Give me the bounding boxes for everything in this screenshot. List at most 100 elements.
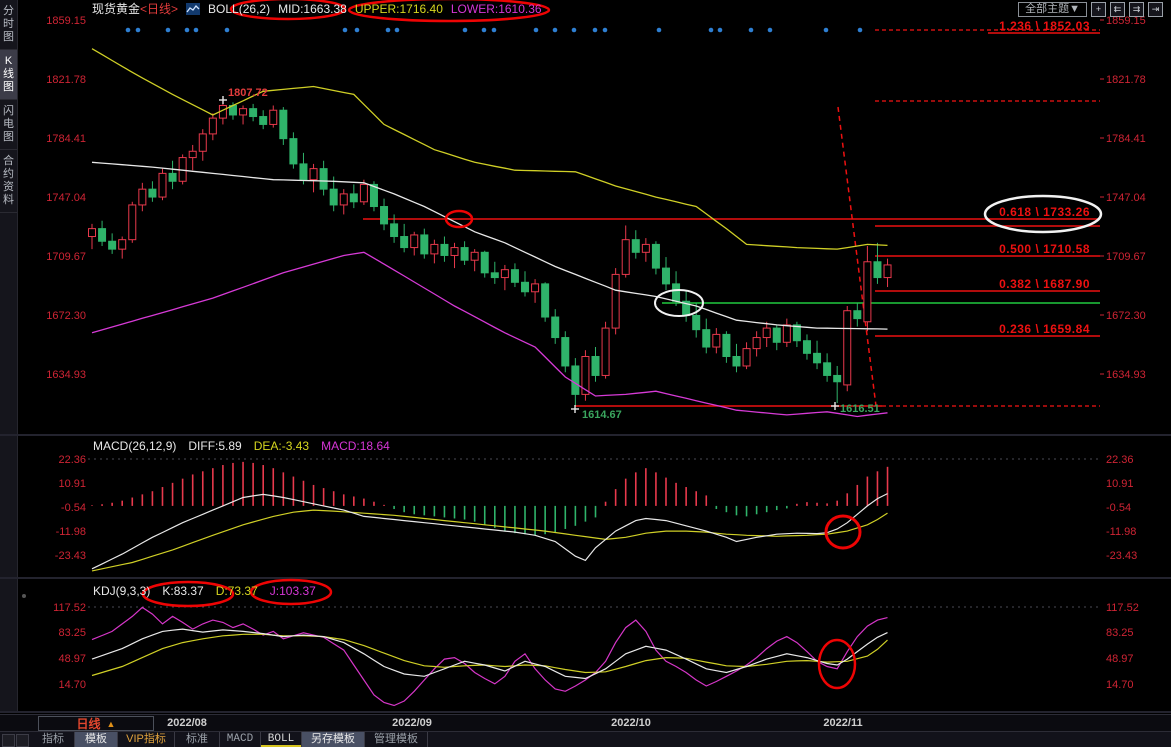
candle-body [763, 328, 770, 337]
tab-indicators[interactable]: 指标 [32, 732, 75, 747]
candle-body [109, 241, 116, 249]
trading-app-window: 分时图 K线图 闪电图 合约资料 1859.151859.151821.7818… [0, 0, 1171, 747]
shrink-bars-icon[interactable]: ⇇ [1110, 2, 1125, 17]
month-label-oct: 2022/10 [605, 717, 657, 729]
month-label-aug: 2022/08 [161, 717, 213, 729]
candle-body [139, 189, 146, 205]
candle-body [119, 240, 126, 249]
kdj-axis-label-right: 83.25 [1106, 627, 1134, 639]
candle-body [169, 173, 176, 181]
candle-body [532, 284, 539, 292]
macd-axis-label-right: -11.98 [1106, 526, 1136, 538]
candle-body [199, 134, 206, 151]
candle-body [330, 189, 337, 205]
candle-body [884, 265, 891, 278]
kdj-header: KDJ(9,3,3) K:83.37 D:73.37 J:103.37 [93, 584, 316, 598]
candle-body [642, 244, 649, 252]
candle-body [612, 274, 619, 328]
candle-body [713, 334, 720, 347]
tab-manage-template[interactable]: 管理模板 [365, 732, 428, 747]
candle-body [320, 169, 327, 190]
candle-body [562, 338, 569, 366]
candle-body [189, 151, 196, 157]
tab-standard[interactable]: 标准 [175, 732, 220, 747]
candle-body [451, 248, 458, 256]
candle-body [260, 117, 267, 125]
signal-dot [355, 28, 360, 33]
corner-square-icon[interactable] [2, 734, 15, 747]
signal-dot [463, 28, 468, 33]
candle-body [652, 244, 659, 268]
price-axis-label-left: 1672.30 [46, 310, 86, 322]
signal-dot [482, 28, 487, 33]
signal-dot [534, 28, 539, 33]
candle-body [350, 194, 357, 202]
candle-body [834, 375, 841, 381]
boll-upper-value: UPPER:1716.40 [355, 2, 443, 16]
signal-dot [194, 28, 199, 33]
candle-body [703, 330, 710, 347]
kdj-axis-label-right: 14.70 [1106, 679, 1134, 691]
signal-dot [553, 28, 558, 33]
macd-diff-value: DIFF:5.89 [188, 439, 241, 453]
candle-body [773, 328, 780, 342]
candle-body [340, 194, 347, 205]
boll-lower-value: LOWER:1610.36 [451, 2, 542, 16]
candle-body [542, 284, 549, 317]
tab-template[interactable]: 模板 [75, 732, 118, 747]
candle-body [814, 353, 821, 362]
panel-separator [0, 711, 1171, 713]
signal-dot [395, 28, 400, 33]
price-axis-label-left: 1859.15 [46, 15, 86, 27]
candle-body [522, 282, 529, 291]
pan-icon[interactable]: + [1091, 2, 1106, 17]
shift-right-icon[interactable]: ⇥ [1148, 2, 1163, 17]
signal-dot [386, 28, 391, 33]
candle-body [280, 110, 287, 138]
main-chart-canvas[interactable]: 1859.151859.151821.781821.781784.411784.… [0, 0, 1171, 713]
price-axis-label-right: 1709.67 [1106, 251, 1146, 263]
kdj-k-line [92, 629, 888, 678]
candle-body [622, 240, 629, 275]
tab-vip-indicators[interactable]: VIP指标 [118, 732, 175, 747]
kdj-d-line [92, 634, 888, 675]
macd-axis-label-right: -0.54 [1106, 502, 1131, 514]
theme-dropdown[interactable]: 全部主题▼ [1018, 2, 1087, 17]
annotation-ellipse-red [819, 640, 855, 688]
candle-body [300, 164, 307, 180]
kdj-panel-icon [22, 594, 26, 598]
macd-axis-label-right: 10.91 [1106, 478, 1134, 490]
corner-square-icon-2[interactable] [16, 734, 29, 747]
tab-boll[interactable]: BOLL [261, 732, 302, 747]
tab-macd[interactable]: MACD [220, 732, 261, 747]
candle-body [511, 270, 518, 283]
signal-dot [603, 28, 608, 33]
macd-axis-label-left: -0.54 [61, 502, 86, 514]
symbol-name: 现货黄金<日线> [92, 0, 178, 17]
tab-save-template[interactable]: 另存模板 [302, 732, 365, 747]
period-selector[interactable]: 日线 ▲ [38, 716, 154, 731]
candle-body [159, 173, 166, 197]
candle-body [743, 349, 750, 366]
macd-header: MACD(26,12,9) DIFF:5.89 DEA:-3.43 MACD:1… [93, 439, 390, 453]
price-axis-label-left: 1821.78 [46, 74, 86, 86]
macd-axis-label-left: -23.43 [55, 550, 86, 562]
expand-bars-icon[interactable]: ⇉ [1129, 2, 1144, 17]
candle-body [501, 270, 508, 278]
fib-label-0500: 0.500 \ 1710.58 [830, 242, 1090, 256]
candle-body [864, 262, 871, 322]
kdj-axis-label-right: 117.52 [1106, 602, 1139, 614]
kdj-axis-label-left: 83.25 [58, 627, 86, 639]
signal-dot [824, 28, 829, 33]
macd-dea-value: DEA:-3.43 [254, 439, 309, 453]
chart-icon[interactable] [186, 3, 200, 15]
candle-body [753, 338, 760, 349]
macd-axis-label-left: -11.98 [56, 526, 86, 538]
month-label-sep: 2022/09 [386, 717, 438, 729]
low1-price-label: 1614.67 [582, 409, 622, 421]
price-axis-label-right: 1634.93 [1106, 369, 1146, 381]
month-label-nov: 2022/11 [817, 717, 869, 729]
price-axis-label-left: 1784.41 [46, 133, 86, 145]
signal-dot [572, 28, 577, 33]
candle-body [360, 184, 367, 201]
